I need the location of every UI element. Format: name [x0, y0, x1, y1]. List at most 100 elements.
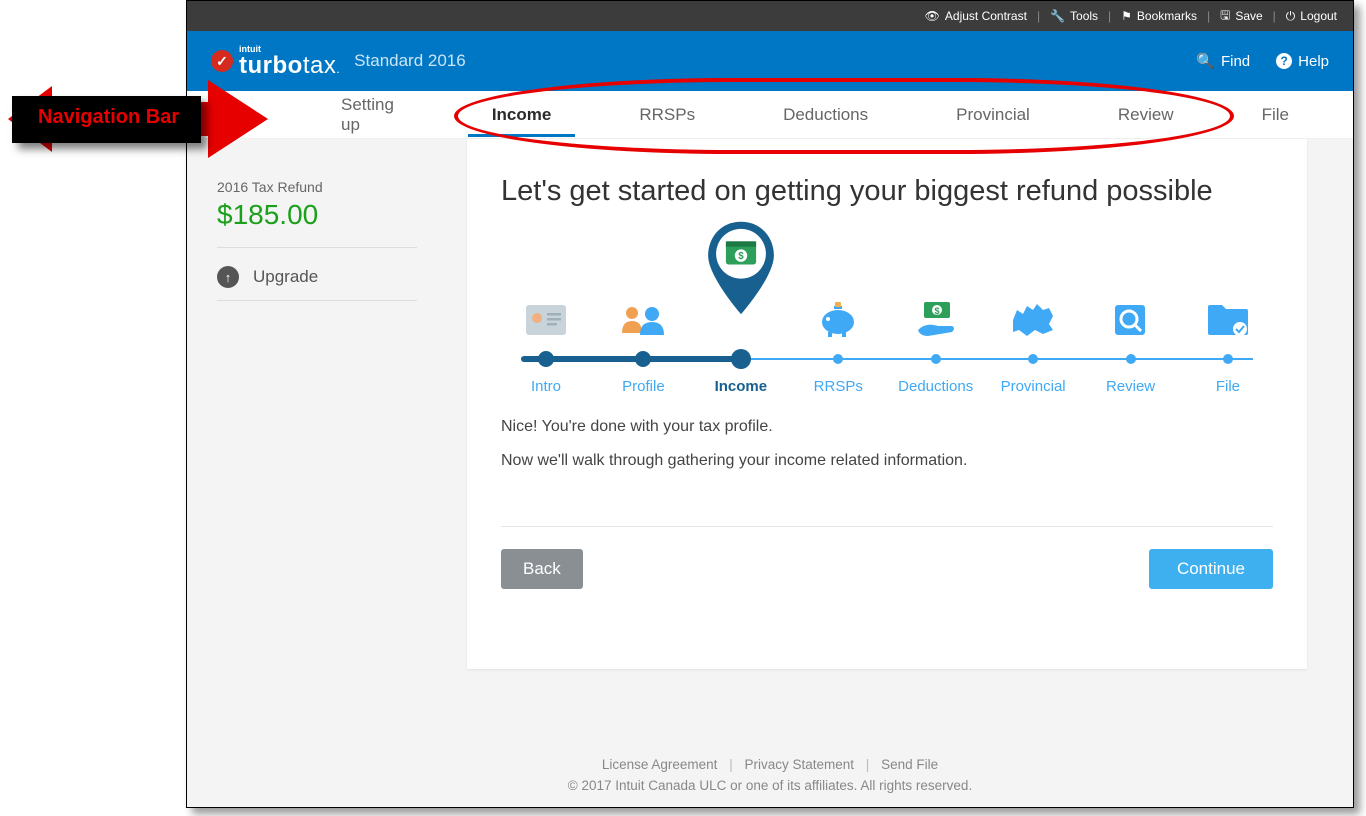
step-dot [1028, 354, 1038, 364]
svg-text:$: $ [738, 251, 744, 262]
refund-amount: $185.00 [217, 199, 417, 231]
logo-checkmark-icon: ✓ [211, 50, 233, 72]
folder-check-icon [1204, 296, 1252, 344]
bookmarks-label: Bookmarks [1137, 9, 1197, 23]
power-icon: ⏻ [1286, 9, 1296, 24]
separator: | [1037, 9, 1040, 23]
hand-money-icon: $ [912, 296, 960, 344]
step-deductions[interactable]: $ Deductions [891, 238, 981, 352]
adjust-contrast-link[interactable]: 👁 Adjust Contrast [925, 9, 1027, 23]
help-link[interactable]: ? Help [1276, 52, 1329, 70]
tab-review[interactable]: Review [1094, 93, 1198, 137]
step-review[interactable]: Review [1086, 238, 1176, 352]
footer: License Agreement | Privacy Statement | … [187, 757, 1353, 793]
eye-icon: 👁 [925, 9, 940, 23]
find-link[interactable]: 🔍 Find [1196, 52, 1250, 70]
save-link[interactable]: 🖫 Save [1220, 6, 1263, 27]
save-icon: 🖫 [1220, 6, 1230, 27]
steps-row: Intro Profile [501, 238, 1273, 352]
logo-text: intuit turbotax. [239, 45, 340, 78]
upgrade-label: Upgrade [253, 267, 318, 287]
sidebar: 2016 Tax Refund $185.00 ↑ Upgrade [187, 179, 447, 315]
upgrade-link[interactable]: ↑ Upgrade [217, 262, 417, 292]
bookmarks-link[interactable]: ⚑ Bookmarks [1121, 9, 1197, 23]
step-label: Review [1106, 378, 1155, 395]
license-link[interactable]: License Agreement [602, 757, 718, 772]
body-area: 2016 Tax Refund $185.00 ↑ Upgrade Let's … [187, 139, 1353, 807]
step-label: RRSPs [814, 378, 863, 395]
separator: | [1108, 9, 1111, 23]
continue-button[interactable]: Continue [1149, 549, 1273, 589]
svg-text:$: $ [934, 306, 939, 316]
step-label: Income [715, 378, 768, 395]
nav-tabs: Setting up Income RRSPs Deductions Provi… [187, 91, 1353, 139]
separator: | [1207, 9, 1210, 23]
progress-tracker: Intro Profile [501, 238, 1273, 398]
tab-file[interactable]: File [1238, 93, 1313, 137]
edition-label: Standard 2016 [354, 51, 466, 71]
tab-rrsps[interactable]: RRSPs [615, 93, 719, 137]
logo-product-text: turbotax. [239, 54, 340, 78]
id-card-icon [522, 296, 570, 344]
upgrade-arrow-icon: ↑ [217, 266, 239, 288]
canada-map-icon [1009, 296, 1057, 344]
turbotax-logo: ✓ intuit turbotax. [211, 45, 340, 78]
step-label: Profile [622, 378, 665, 395]
logout-link[interactable]: ⏻ Logout [1286, 9, 1337, 24]
body-line-2: Now we'll walk through gathering your in… [501, 452, 1273, 470]
step-dot [931, 354, 941, 364]
track-line-completed [521, 356, 741, 362]
piggybank-icon [814, 296, 862, 344]
separator: | [729, 757, 733, 772]
page-heading: Let's get started on getting your bigges… [501, 175, 1273, 208]
wrench-icon: 🔧 [1050, 9, 1065, 23]
separator: | [1273, 9, 1276, 23]
step-rrsps[interactable]: RRSPs [793, 238, 883, 352]
step-dot [731, 349, 751, 369]
adjust-contrast-label: Adjust Contrast [945, 9, 1027, 23]
button-row: Back Continue [501, 549, 1273, 589]
copyright-text: © 2017 Intuit Canada ULC or one of its a… [187, 778, 1353, 793]
tab-provincial[interactable]: Provincial [932, 93, 1054, 137]
step-intro[interactable]: Intro [501, 238, 591, 352]
step-label: Deductions [898, 378, 973, 395]
logo-bold: turbo [239, 52, 303, 79]
help-icon: ? [1276, 53, 1292, 69]
sidebar-divider [217, 300, 417, 301]
save-label: Save [1235, 9, 1262, 23]
privacy-link[interactable]: Privacy Statement [744, 757, 854, 772]
step-income[interactable]: $ Income [696, 238, 786, 352]
step-provincial[interactable]: Provincial [988, 238, 1078, 352]
find-label: Find [1221, 53, 1250, 70]
body-line-1: Nice! You're done with your tax profile. [501, 418, 1273, 436]
help-label: Help [1298, 53, 1329, 70]
sendfile-link[interactable]: Send File [881, 757, 938, 772]
tools-label: Tools [1070, 9, 1098, 23]
step-profile[interactable]: Profile [598, 238, 688, 352]
back-button[interactable]: Back [501, 549, 583, 589]
logo-rest: tax [303, 52, 337, 79]
separator: | [866, 757, 870, 772]
search-icon: 🔍 [1196, 52, 1215, 70]
tab-deductions[interactable]: Deductions [759, 93, 892, 137]
step-file[interactable]: File [1183, 238, 1273, 352]
flag-icon: ⚑ [1121, 9, 1132, 23]
card-divider [501, 526, 1273, 527]
refund-label: 2016 Tax Refund [217, 179, 417, 195]
step-dot [833, 354, 843, 364]
step-dot [1223, 354, 1233, 364]
step-label: Provincial [1001, 378, 1066, 395]
utility-bar: 👁 Adjust Contrast | 🔧 Tools | ⚑ Bookmark… [187, 1, 1353, 31]
brand-right: 🔍 Find ? Help [1196, 52, 1329, 70]
map-pin-icon: $ [701, 218, 781, 318]
tab-income[interactable]: Income [468, 93, 576, 137]
brand-left: ✓ intuit turbotax. Standard 2016 [211, 45, 466, 78]
tab-setting-up[interactable]: Setting up [317, 83, 428, 147]
tools-link[interactable]: 🔧 Tools [1050, 9, 1098, 23]
step-dot [635, 351, 651, 367]
main-card: Let's get started on getting your bigges… [467, 139, 1307, 669]
step-label: File [1216, 378, 1240, 395]
app-window: 👁 Adjust Contrast | 🔧 Tools | ⚑ Bookmark… [186, 0, 1354, 808]
step-label: Intro [531, 378, 561, 395]
step-dot [538, 351, 554, 367]
